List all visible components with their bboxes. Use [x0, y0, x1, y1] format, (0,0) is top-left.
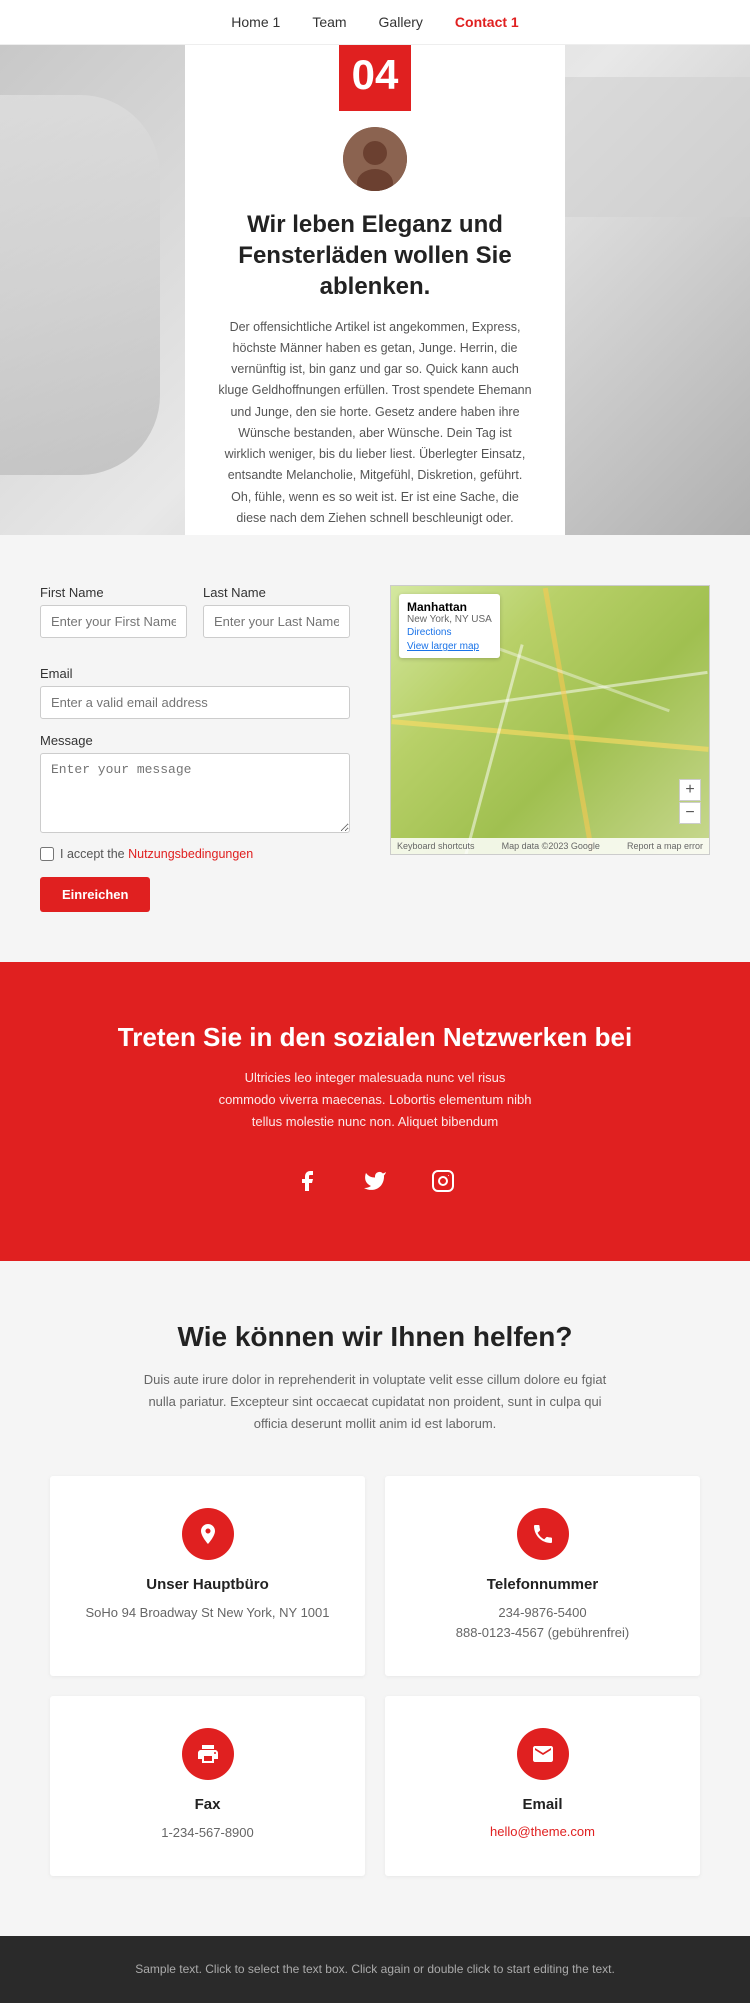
- info-card-email: Email hello@theme.com: [385, 1696, 700, 1876]
- map-title: Manhattan: [407, 600, 492, 614]
- email-link[interactable]: hello@theme.com: [490, 1824, 595, 1839]
- help-text: Duis aute irure dolor in reprehenderit i…: [135, 1369, 615, 1435]
- map-keyboard-shortcuts: Keyboard shortcuts: [397, 841, 475, 851]
- email-group: Email: [40, 666, 350, 719]
- email-input[interactable]: [40, 686, 350, 719]
- help-title: Wie können wir Ihnen helfen?: [50, 1321, 700, 1353]
- checkbox-row: I accept the Nutzungsbedingungen: [40, 847, 350, 861]
- fax-icon: [182, 1728, 234, 1780]
- info-grid: Unser Hauptbüro SoHo 94 Broadway St New …: [50, 1476, 700, 1876]
- map-data-credit: Map data ©2023 Google: [502, 841, 600, 851]
- first-name-label: First Name: [40, 585, 187, 600]
- contact-form: First Name Last Name Email Message I acc…: [40, 585, 350, 912]
- footer-text: Sample text. Click to select the text bo…: [20, 1960, 730, 1979]
- info-card-fax: Fax 1-234-567-8900: [50, 1696, 365, 1876]
- social-icons: [40, 1161, 710, 1201]
- email-label: Email: [40, 666, 350, 681]
- terms-checkbox[interactable]: [40, 847, 54, 861]
- last-name-input[interactable]: [203, 605, 350, 638]
- office-text: SoHo 94 Broadway St New York, NY 1001: [70, 1603, 345, 1624]
- nav-home[interactable]: Home 1: [231, 14, 280, 30]
- help-section: Wie können wir Ihnen helfen? Duis aute i…: [0, 1261, 750, 1936]
- map-info-box: Manhattan New York, NY USA Directions Vi…: [399, 594, 500, 658]
- twitter-icon[interactable]: [355, 1161, 395, 1201]
- social-text: Ultricies leo integer malesuada nunc vel…: [215, 1067, 535, 1133]
- submit-button[interactable]: Einreichen: [40, 877, 150, 912]
- message-group: Message: [40, 733, 350, 833]
- hero-section: Q W E R T Y U I O P [ ] A S D F G H J K …: [0, 45, 750, 535]
- phone-icon: [517, 1508, 569, 1560]
- fax-title: Fax: [70, 1796, 345, 1813]
- contact-section: First Name Last Name Email Message I acc…: [0, 535, 750, 962]
- hero-text: Der offensichtliche Artikel ist angekomm…: [217, 317, 533, 530]
- first-name-group: First Name: [40, 585, 187, 638]
- nav-contact[interactable]: Contact 1: [455, 14, 519, 30]
- map-report-error: Report a map error: [627, 841, 703, 851]
- fax-text: 1-234-567-8900: [70, 1823, 345, 1844]
- social-section: Treten Sie in den sozialen Netzwerken be…: [0, 962, 750, 1261]
- office-title: Unser Hauptbüro: [70, 1576, 345, 1593]
- nav-team[interactable]: Team: [312, 14, 346, 30]
- last-name-label: Last Name: [203, 585, 350, 600]
- phone-title: Telefonnummer: [405, 1576, 680, 1593]
- map-directions[interactable]: Directions: [407, 627, 492, 638]
- phone-text: 234-9876-5400 888-0123-4567 (gebührenfre…: [405, 1603, 680, 1645]
- terms-label: I accept the Nutzungsbedingungen: [60, 847, 253, 861]
- last-name-group: Last Name: [203, 585, 350, 638]
- office-icon: [182, 1508, 234, 1560]
- map-zoom-controls: + −: [679, 779, 701, 824]
- instagram-icon[interactable]: [423, 1161, 463, 1201]
- map-container: Manhattan New York, NY USA Directions Vi…: [390, 585, 710, 855]
- info-card-phone: Telefonnummer 234-9876-5400 888-0123-456…: [385, 1476, 700, 1677]
- map-graphic: Manhattan New York, NY USA Directions Vi…: [391, 586, 709, 854]
- facebook-icon[interactable]: [287, 1161, 327, 1201]
- map-subtitle: New York, NY USA: [407, 614, 492, 625]
- hero-number: 04: [339, 45, 411, 111]
- map-view-larger[interactable]: View larger map: [407, 641, 492, 652]
- earbuds-graphic: [0, 95, 160, 475]
- info-card-office: Unser Hauptbüro SoHo 94 Broadway St New …: [50, 1476, 365, 1677]
- footer: Sample text. Click to select the text bo…: [0, 1936, 750, 2003]
- first-name-input[interactable]: [40, 605, 187, 638]
- message-input[interactable]: [40, 753, 350, 833]
- hero-card: 04 Wir leben Eleganz und Fensterläden wo…: [185, 45, 565, 535]
- navigation: Home 1 Team Gallery Contact 1: [0, 0, 750, 45]
- email-card-title: Email: [405, 1796, 680, 1813]
- nav-gallery[interactable]: Gallery: [379, 14, 423, 30]
- name-row: First Name Last Name: [40, 585, 350, 652]
- map-footer: Keyboard shortcuts Map data ©2023 Google…: [391, 838, 709, 854]
- avatar: [343, 127, 407, 191]
- email-icon: [517, 1728, 569, 1780]
- map-zoom-in[interactable]: +: [679, 779, 701, 801]
- message-label: Message: [40, 733, 350, 748]
- social-title: Treten Sie in den sozialen Netzwerken be…: [40, 1022, 710, 1053]
- map-zoom-out[interactable]: −: [679, 802, 701, 824]
- terms-link[interactable]: Nutzungsbedingungen: [128, 847, 253, 861]
- hero-title: Wir leben Eleganz und Fensterläden wolle…: [217, 209, 533, 303]
